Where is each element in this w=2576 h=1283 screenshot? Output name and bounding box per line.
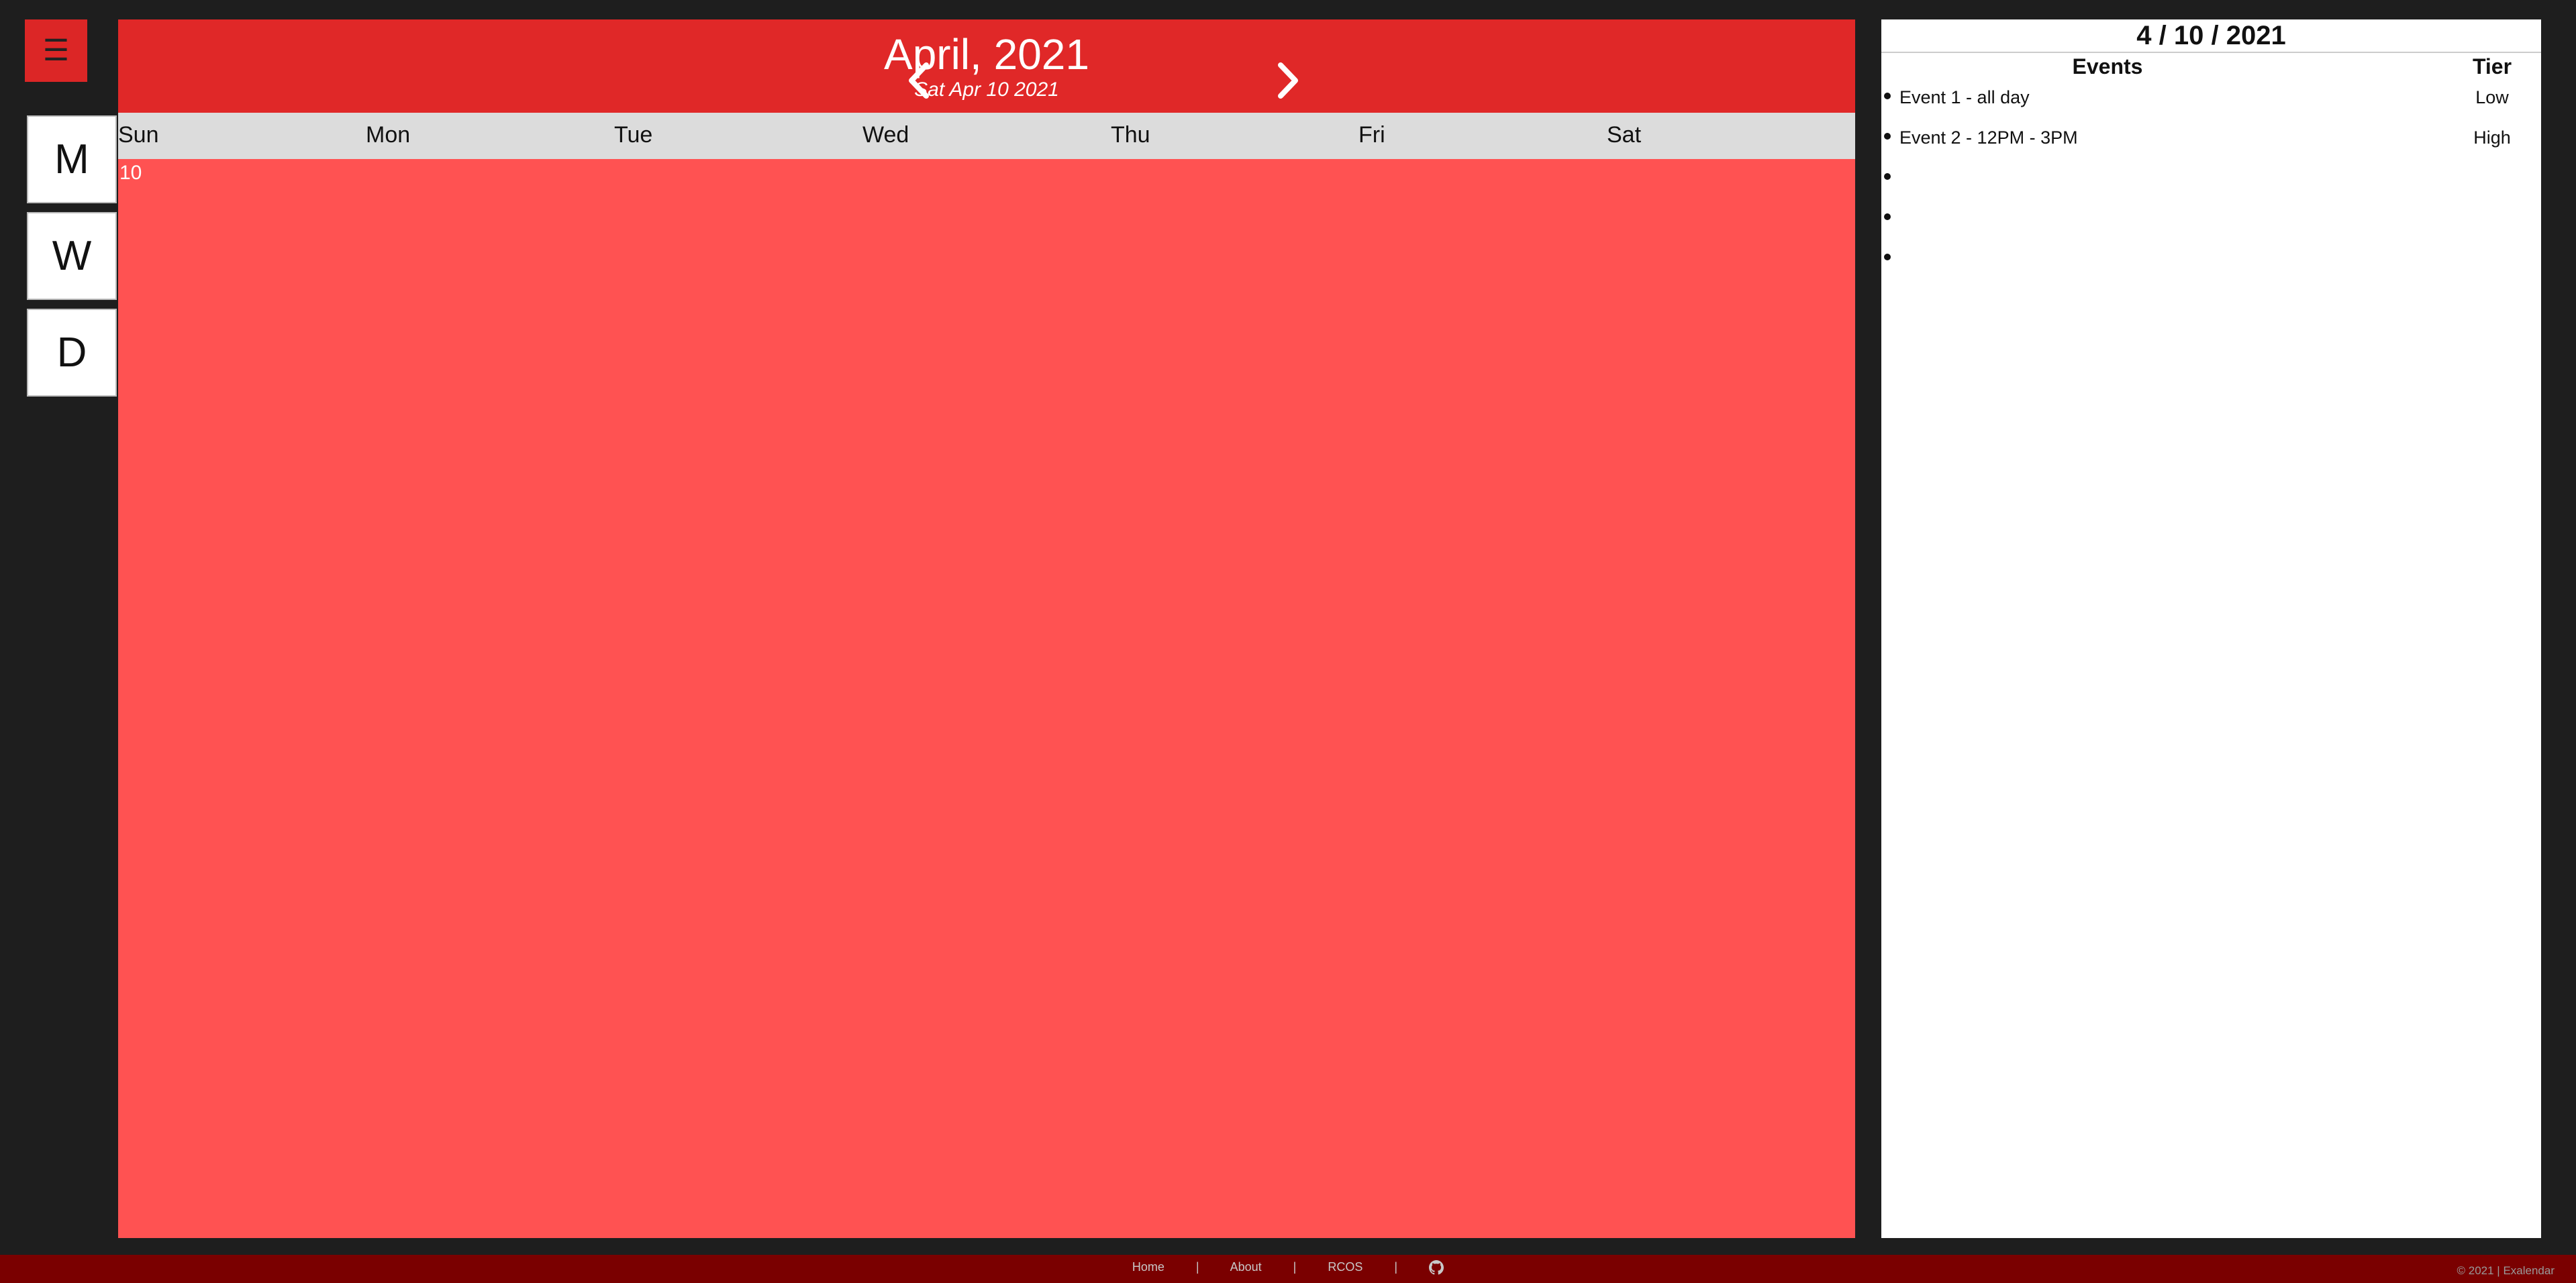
bullet-icon <box>1884 93 1891 99</box>
weekday-sat: Sat <box>1607 122 1642 148</box>
selected-date-subtitle: Sat Apr 10 2021 <box>914 79 1059 101</box>
month-title: April, 2021 <box>884 30 1089 79</box>
menu-button[interactable]: ☰ <box>25 19 87 82</box>
event-tier: High <box>2473 127 2511 148</box>
footer-separator: | <box>1394 1260 1398 1274</box>
github-icon[interactable] <box>1429 1260 1444 1275</box>
weekday-tue: Tue <box>614 122 653 148</box>
divider <box>1881 52 2541 53</box>
footer-link-about[interactable]: About <box>1230 1260 1262 1274</box>
copyright: © 2021 | Exalendar <box>2457 1264 2555 1277</box>
events-panel: 4 / 10 / 2021 Events Tier Event 1 - all … <box>1881 19 2541 1238</box>
bullet-icon <box>1884 173 1891 180</box>
weekday-bar: Sun Mon Tue Wed Thu Fri Sat <box>118 113 1855 159</box>
hamburger-icon: ☰ <box>42 34 70 67</box>
event-row[interactable] <box>1881 168 2541 208</box>
event-row[interactable] <box>1881 248 2541 289</box>
bullet-icon <box>1884 213 1891 220</box>
month-view-button[interactable]: M <box>27 115 117 203</box>
event-name: Event 1 - all day <box>1899 87 2030 107</box>
day-view-button[interactable]: D <box>27 309 117 397</box>
bullet-icon <box>1884 254 1891 260</box>
calendar-header: April, 2021 Sat Apr 10 2021 <box>118 19 1855 113</box>
event-tier: Low <box>2475 87 2509 107</box>
footer-links: Home | About | RCOS | <box>0 1260 2576 1275</box>
footer-link-home[interactable]: Home <box>1132 1260 1165 1274</box>
weekday-mon: Mon <box>366 122 411 148</box>
calendar-panel: April, 2021 Sat Apr 10 2021 Sun Mon Tue … <box>118 19 1855 1238</box>
chevron-right-icon[interactable] <box>1269 57 1309 104</box>
event-row[interactable] <box>1881 208 2541 248</box>
event-row[interactable]: Event 2 - 12PM - 3PM High <box>1881 127 2541 168</box>
event-row[interactable]: Event 1 - all day Low <box>1881 87 2541 127</box>
week-view-button[interactable]: W <box>27 212 117 300</box>
footer-separator: | <box>1293 1260 1297 1274</box>
footer-link-rcos[interactable]: RCOS <box>1328 1260 1363 1274</box>
weekday-thu: Thu <box>1111 122 1150 148</box>
events-column-header: Events <box>2072 54 2143 79</box>
panel-date: 4 / 10 / 2021 <box>2136 21 2286 50</box>
event-name: Event 2 - 12PM - 3PM <box>1899 127 2078 148</box>
footer-separator: | <box>1195 1260 1199 1274</box>
footer: Home | About | RCOS | © 2021 | Exalendar <box>0 1255 2576 1283</box>
bullet-icon <box>1884 133 1891 140</box>
weekday-wed: Wed <box>862 122 909 148</box>
tier-column-header: Tier <box>2472 54 2512 79</box>
weekday-fri: Fri <box>1358 122 1385 148</box>
weekday-sun: Sun <box>118 122 159 148</box>
day-cell-number[interactable]: 10 <box>119 162 142 185</box>
